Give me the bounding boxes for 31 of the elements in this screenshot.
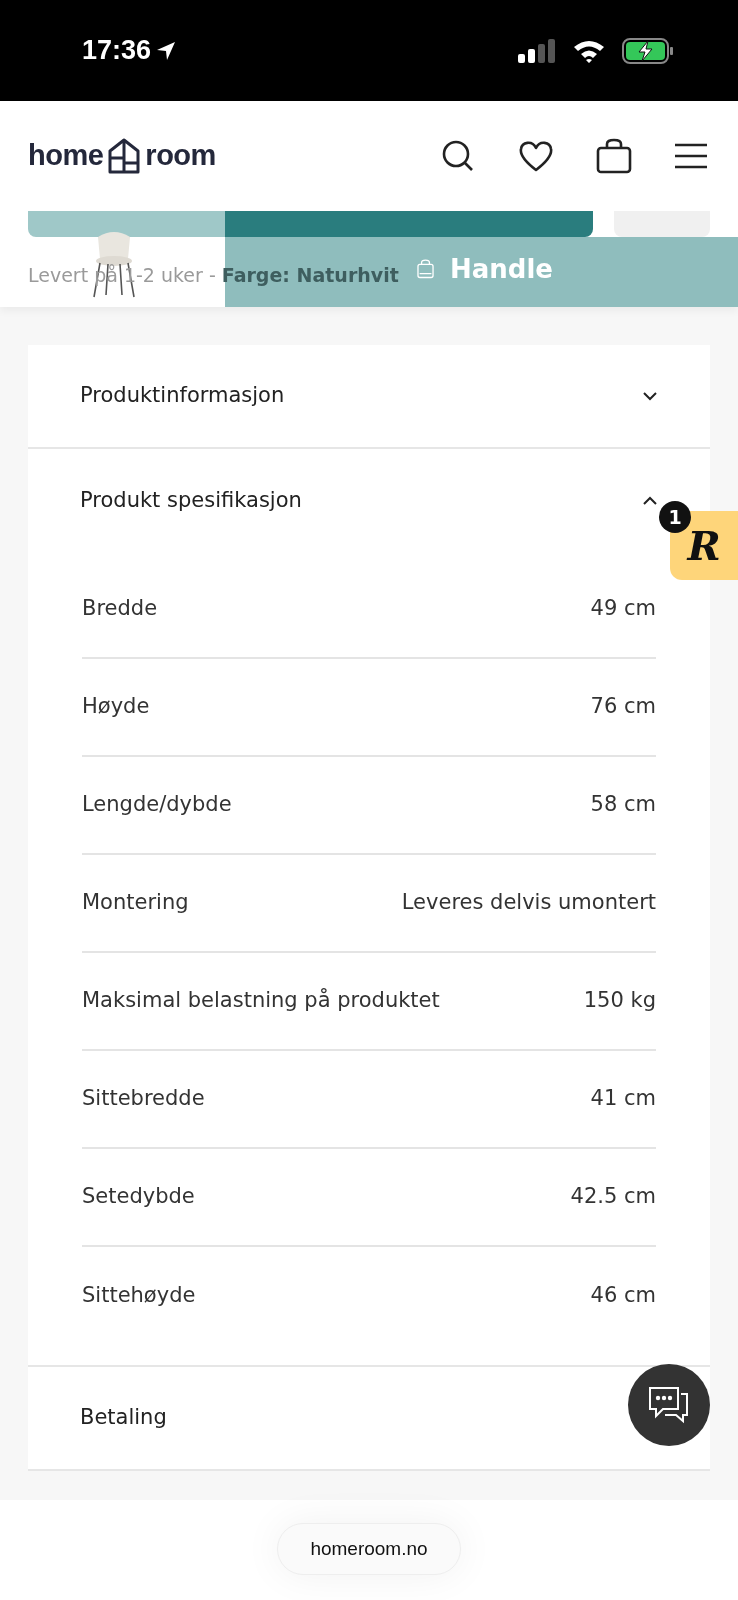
spec-value: 42.5 cm: [570, 1183, 656, 1211]
spec-label: Lengde/dybde: [82, 791, 232, 819]
menu-icon[interactable]: [674, 142, 708, 170]
accordion-title[interactable]: Betaling: [80, 1402, 167, 1434]
shopping-bag-icon[interactable]: [596, 138, 632, 174]
spec-value: 150 kg: [583, 987, 656, 1015]
accordion-title[interactable]: Produkt spesifikasjon: [80, 485, 302, 517]
spec-label: Setedybde: [82, 1183, 195, 1211]
spec-label: Montering: [82, 889, 189, 917]
spec-label: Maksimal belastning på produktet: [82, 987, 440, 1015]
spec-value: 41 cm: [590, 1085, 656, 1113]
spec-value: 49 cm: [590, 595, 656, 623]
signal-icon: [518, 38, 556, 63]
url-bar[interactable]: homeroom.no: [277, 1522, 461, 1576]
accordion-title[interactable]: Produktinformasjon: [80, 380, 285, 412]
spec-value: 46 cm: [590, 1282, 656, 1310]
spec-label: Bredde: [82, 595, 158, 623]
spec-label: Høyde: [82, 693, 150, 721]
spec-value: Leveres delvis umontert: [401, 889, 656, 917]
logo[interactable]: home room: [28, 134, 216, 178]
clock-time: 17:36: [82, 34, 152, 68]
spec-value: 76 cm: [590, 693, 656, 721]
house-icon: [107, 137, 142, 175]
battery-charging-icon: [622, 37, 674, 64]
location-arrow-icon: [155, 39, 178, 62]
spec-label: Sittebredde: [82, 1085, 205, 1113]
spec-label: Sittehøyde: [82, 1282, 196, 1310]
heart-icon[interactable]: [518, 139, 554, 173]
spec-value: 58 cm: [590, 791, 656, 819]
chat-bubbles-icon: [647, 1385, 691, 1425]
wifi-icon: [572, 38, 606, 63]
